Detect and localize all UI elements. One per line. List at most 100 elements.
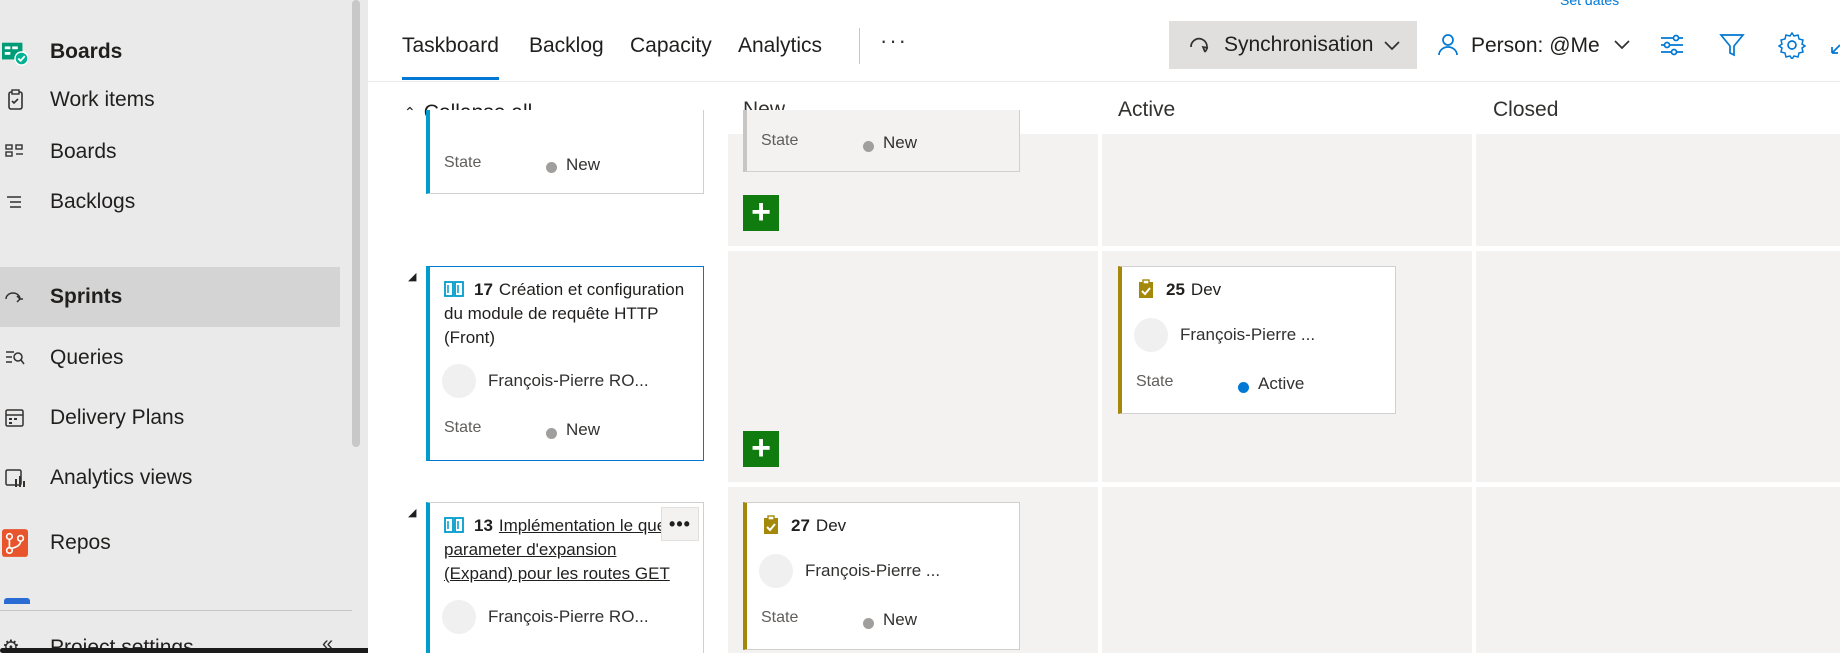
- sidebar-item-repos[interactable]: Repos: [0, 513, 340, 573]
- assignee-name[interactable]: François-Pierre ...: [1180, 325, 1315, 345]
- task-card[interactable]: 27 Dev François-Pierre ... State New: [743, 502, 1020, 650]
- tab-capacity[interactable]: Capacity: [630, 34, 712, 58]
- main-content: Set dates Taskboard Backlog Capacity Ana…: [368, 0, 1840, 653]
- state-value: New: [883, 133, 918, 152]
- assignee-name[interactable]: François-Pierre RO...: [488, 371, 649, 391]
- column-header-active: Active: [1118, 98, 1176, 121]
- sidebar-item-label: Backlogs: [50, 190, 136, 213]
- story-card[interactable]: 17 Création et configuration du module de…: [426, 266, 704, 461]
- tab-separator: [859, 28, 860, 64]
- card-more-actions-button[interactable]: •••: [661, 507, 699, 541]
- avatar: [759, 554, 793, 588]
- collapse-chevron-icon: ⌃: [404, 104, 416, 120]
- person-icon: [1438, 34, 1458, 56]
- work-items-icon: [2, 87, 28, 113]
- settings-gear-icon[interactable]: [1778, 31, 1806, 59]
- iteration-selector-button[interactable]: Synchronisation: [1169, 21, 1417, 69]
- state-dot: [863, 141, 874, 152]
- avatar: [442, 600, 476, 634]
- sidebar-item-label: Sprints: [50, 285, 123, 308]
- collapse-row-caret-icon[interactable]: ◢: [408, 506, 416, 519]
- filter-icon[interactable]: [1718, 31, 1746, 59]
- more-tabs-button[interactable]: ···: [880, 28, 908, 54]
- board-cell: [1476, 487, 1840, 653]
- tab-analytics[interactable]: Analytics: [738, 34, 822, 58]
- sidebar-item-label: Work items: [50, 88, 155, 111]
- column-header-closed: Closed: [1493, 98, 1559, 121]
- assignee-name[interactable]: François-Pierre RO...: [488, 607, 649, 627]
- tab-backlog[interactable]: Backlog: [529, 34, 604, 58]
- sidebar-scrollbar[interactable]: [352, 0, 360, 447]
- state-value[interactable]: New: [566, 420, 600, 440]
- state-label: State: [761, 609, 799, 626]
- tab-taskboard[interactable]: Taskboard: [402, 34, 499, 80]
- work-item-title: Dev: [1190, 280, 1222, 299]
- header-bar: Set dates Taskboard Backlog Capacity Ana…: [368, 0, 1840, 82]
- assignee-name[interactable]: François-Pierre ...: [805, 561, 940, 581]
- card-title[interactable]: 25 Dev: [1136, 278, 1221, 302]
- state-dot: [863, 618, 874, 629]
- add-task-button[interactable]: +: [743, 431, 779, 467]
- delivery-plans-icon: [2, 405, 28, 431]
- boards-icon: [2, 139, 28, 165]
- sprints-icon: [2, 284, 28, 310]
- app-root: Boards Work items Boards Backlogs Sprint…: [0, 0, 1840, 653]
- sidebar-item-work-items[interactable]: Work items: [0, 70, 340, 130]
- state-label: State: [1136, 373, 1174, 390]
- partial-blue-icon: [4, 598, 30, 604]
- sidebar-item-label: Queries: [50, 346, 124, 369]
- sidebar-item-sprints[interactable]: Sprints: [0, 267, 340, 327]
- state-value[interactable]: New: [883, 610, 917, 630]
- add-task-button[interactable]: +: [743, 195, 779, 231]
- analytics-views-icon: [2, 465, 28, 491]
- work-item-id: 13: [474, 516, 493, 535]
- task-card[interactable]: 25 Dev François-Pierre ... State Active: [1118, 266, 1396, 414]
- task-card[interactable]: State New: [743, 110, 1020, 172]
- state-dot: [1238, 382, 1249, 393]
- sidebar-item-queries[interactable]: Queries: [0, 328, 340, 388]
- story-card[interactable]: State New: [426, 110, 704, 194]
- left-navigation: Boards Work items Boards Backlogs Sprint…: [0, 0, 648, 653]
- work-item-title: Dev: [815, 516, 847, 535]
- board-cell: [1102, 134, 1472, 246]
- fullscreen-icon[interactable]: [1830, 31, 1840, 59]
- story-card[interactable]: 13 Implémentation le query parameter d'ex…: [426, 502, 704, 653]
- sidebar-item-label: Boards: [50, 140, 117, 163]
- state-label: State: [761, 132, 799, 149]
- person-filter-label: Person: @Me: [1471, 34, 1600, 57]
- sidebar-item-label: Delivery Plans: [50, 406, 185, 429]
- state-dot: [546, 162, 557, 173]
- work-item-id: 17: [474, 280, 493, 299]
- chevron-down-icon: [1384, 41, 1400, 51]
- set-dates-link[interactable]: Set dates: [1560, 0, 1619, 8]
- sidebar-item-backlogs[interactable]: Backlogs: [0, 172, 340, 232]
- queries-icon: [2, 345, 28, 371]
- board-cell: [1102, 487, 1472, 653]
- sidebar-item-label: Repos: [50, 531, 111, 554]
- sidebar-divider: [0, 610, 352, 611]
- card-title[interactable]: 27 Dev: [761, 514, 846, 538]
- sprint-cycle-icon: [1190, 37, 1209, 53]
- avatar: [1134, 318, 1168, 352]
- boards-hub-icon: [2, 39, 28, 66]
- board-cell: [1476, 251, 1840, 482]
- work-item-id: 27: [791, 516, 810, 535]
- sidebar-item-label: Boards: [50, 40, 123, 63]
- sidebar-item-label: Analytics views: [50, 466, 193, 489]
- board-cell: [728, 251, 1098, 482]
- collapse-row-caret-icon[interactable]: ◢: [408, 270, 416, 283]
- card-title[interactable]: 17 Création et configuration du module de…: [444, 278, 694, 350]
- repos-icon: [2, 529, 28, 557]
- board-cell: [1476, 134, 1840, 246]
- sidebar-item-delivery-plans[interactable]: Delivery Plans: [0, 388, 340, 448]
- chevron-down-icon: [1614, 40, 1630, 50]
- sidebar-item-analytics-views[interactable]: Analytics views: [0, 448, 340, 508]
- state-label: State: [444, 154, 482, 171]
- card-title[interactable]: 13 Implémentation le query parameter d'ex…: [444, 514, 684, 586]
- avatar: [442, 364, 476, 398]
- state-label: State: [444, 419, 482, 436]
- state-value[interactable]: Active: [1258, 374, 1304, 394]
- view-options-icon[interactable]: [1658, 31, 1686, 59]
- iteration-selector-label: Synchronisation: [1224, 33, 1374, 56]
- state-value: New: [566, 155, 601, 174]
